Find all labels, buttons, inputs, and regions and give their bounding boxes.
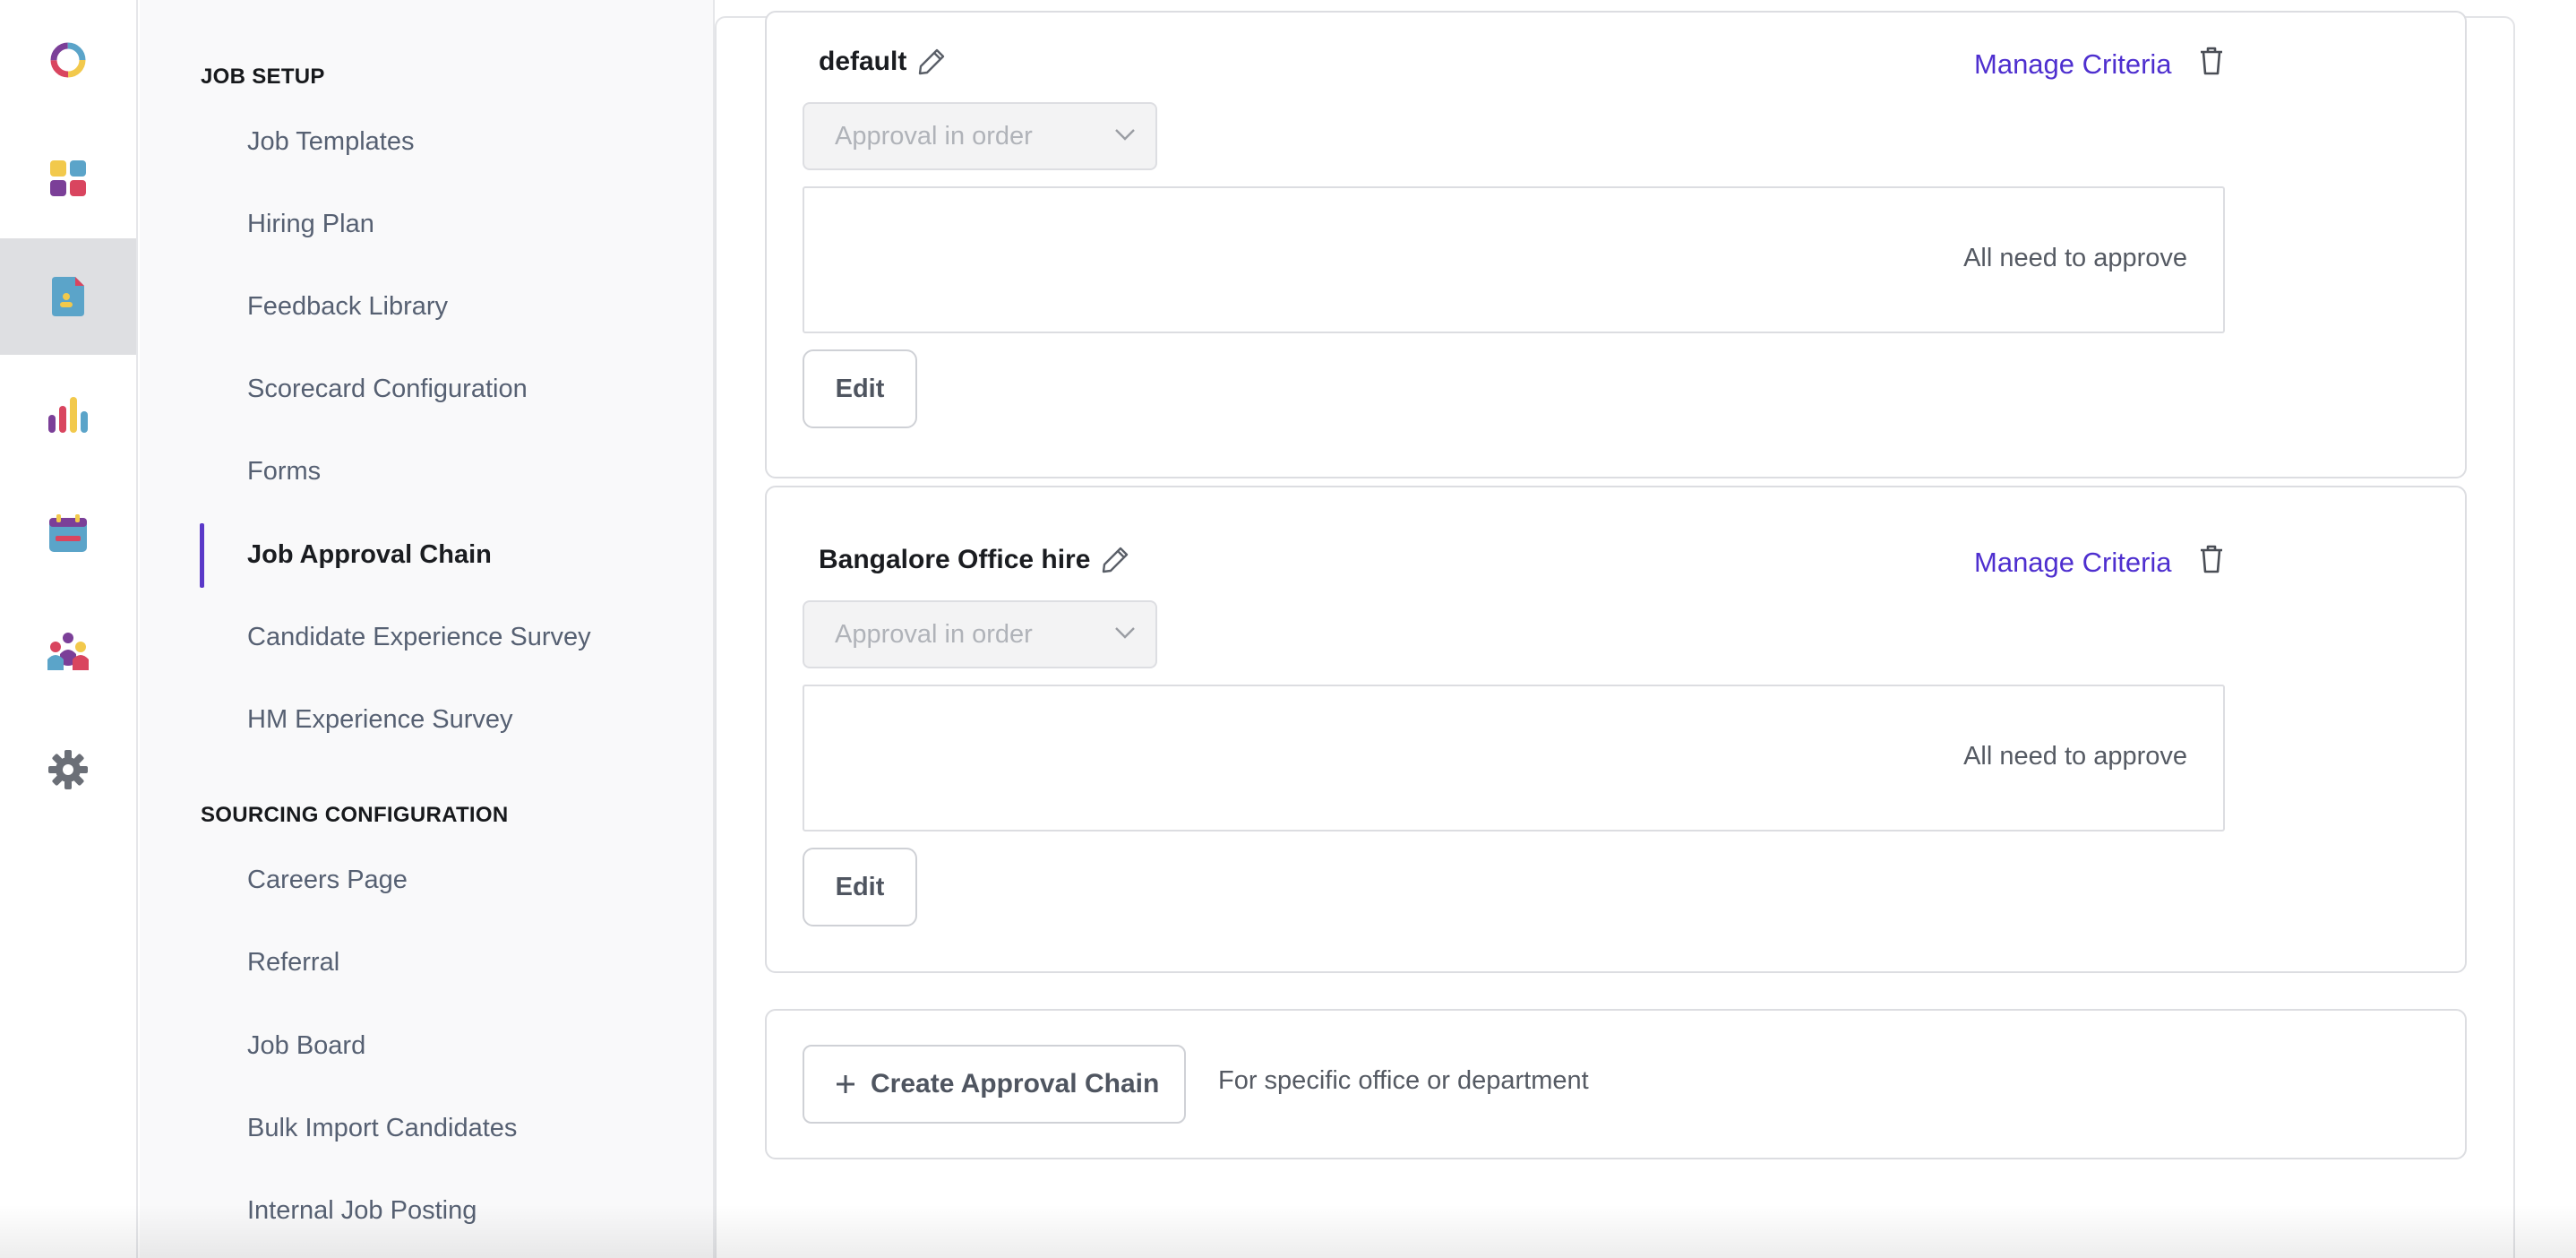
create-approval-chain-card: Create Approval Chain For specific offic… xyxy=(765,1009,2467,1159)
manage-criteria-link[interactable]: Manage Criteria xyxy=(1974,547,2172,579)
calendar-icon xyxy=(49,514,87,552)
subnav-item-job-templates[interactable]: Job Templates xyxy=(200,110,683,173)
app-icon-rail xyxy=(0,0,138,1258)
create-approval-chain-label: Create Approval Chain xyxy=(871,1069,1160,1099)
trash-icon[interactable] xyxy=(2200,47,2223,75)
rail-item-team[interactable] xyxy=(0,593,136,710)
chain-name-row: Bangalore Office hire xyxy=(819,545,1129,575)
chain-name: Bangalore Office hire xyxy=(819,545,1091,574)
approval-chain-card: default Manage Criteria Approval in orde… xyxy=(765,11,2467,478)
approval-chains-panel: default Manage Criteria Approval in orde… xyxy=(715,11,2515,1258)
chain-name: default xyxy=(819,47,907,76)
rail-item-calendar[interactable] xyxy=(0,475,136,591)
approval-rule-text: All need to approve xyxy=(1963,244,2187,272)
section-title-job-setup: JOB SETUP xyxy=(201,65,325,89)
reports-bar-chart-icon xyxy=(48,397,88,433)
dashboard-grid-icon xyxy=(50,160,86,196)
edit-chain-button[interactable]: Edit xyxy=(803,848,917,926)
manage-criteria-link[interactable]: Manage Criteria xyxy=(1974,48,2172,81)
trash-icon[interactable] xyxy=(2200,545,2223,573)
create-approval-chain-hint: For specific office or department xyxy=(1218,1066,1589,1095)
subnav-item-forms[interactable]: Forms xyxy=(200,440,683,503)
edit-chain-button[interactable]: Edit xyxy=(803,349,917,428)
approval-mode-select[interactable]: Approval in order xyxy=(803,102,1157,170)
pencil-edit-icon[interactable] xyxy=(917,47,946,76)
rail-item-reports[interactable] xyxy=(0,357,136,473)
plus-icon xyxy=(837,1075,854,1093)
chain-name-row: default xyxy=(819,47,946,77)
section-title-sourcing-configuration: SOURCING CONFIGURATION xyxy=(201,803,509,827)
subnav-item-job-board[interactable]: Job Board xyxy=(200,1014,683,1077)
subnav-item-candidate-experience-survey[interactable]: Candidate Experience Survey xyxy=(200,606,683,668)
subnav-item-referral[interactable]: Referral xyxy=(200,931,683,994)
approvers-box: All need to approve xyxy=(803,186,2225,333)
subnav-item-hiring-plan[interactable]: Hiring Plan xyxy=(200,193,683,255)
rail-item-logo[interactable] xyxy=(0,2,136,118)
settings-gear-icon xyxy=(48,750,88,789)
subnav-item-internal-job-posting[interactable]: Internal Job Posting xyxy=(200,1179,683,1242)
chevron-down-icon xyxy=(1115,627,1135,639)
subnav-item-feedback-library[interactable]: Feedback Library xyxy=(200,275,683,338)
rail-item-dashboard[interactable] xyxy=(0,120,136,237)
settings-subnav: JOB SETUP Job Templates Hiring Plan Feed… xyxy=(140,0,715,1258)
approval-mode-value: Approval in order xyxy=(835,121,1033,151)
pencil-edit-icon[interactable] xyxy=(1101,546,1129,574)
approval-rule-text: All need to approve xyxy=(1963,742,2187,771)
rail-item-settings[interactable] xyxy=(0,711,136,828)
approval-mode-select[interactable]: Approval in order xyxy=(803,600,1157,668)
subnav-item-bulk-import-candidates[interactable]: Bulk Import Candidates xyxy=(200,1097,683,1159)
approval-chain-card: Bangalore Office hire Manage Criteria Ap… xyxy=(765,486,2467,973)
jobs-document-icon xyxy=(52,277,84,316)
create-approval-chain-button[interactable]: Create Approval Chain xyxy=(803,1045,1186,1124)
team-people-icon xyxy=(47,633,89,670)
subnav-item-hm-experience-survey[interactable]: HM Experience Survey xyxy=(200,688,683,751)
rail-item-jobs[interactable] xyxy=(0,238,136,355)
approvers-box: All need to approve xyxy=(803,685,2225,831)
chevron-down-icon xyxy=(1115,129,1135,141)
approval-mode-value: Approval in order xyxy=(835,619,1033,649)
subnav-item-scorecard-configuration[interactable]: Scorecard Configuration xyxy=(200,358,683,420)
subnav-item-job-approval-chain[interactable]: Job Approval Chain xyxy=(200,523,683,588)
logo-ring-icon xyxy=(50,42,86,78)
subnav-item-careers-page[interactable]: Careers Page xyxy=(200,849,683,911)
